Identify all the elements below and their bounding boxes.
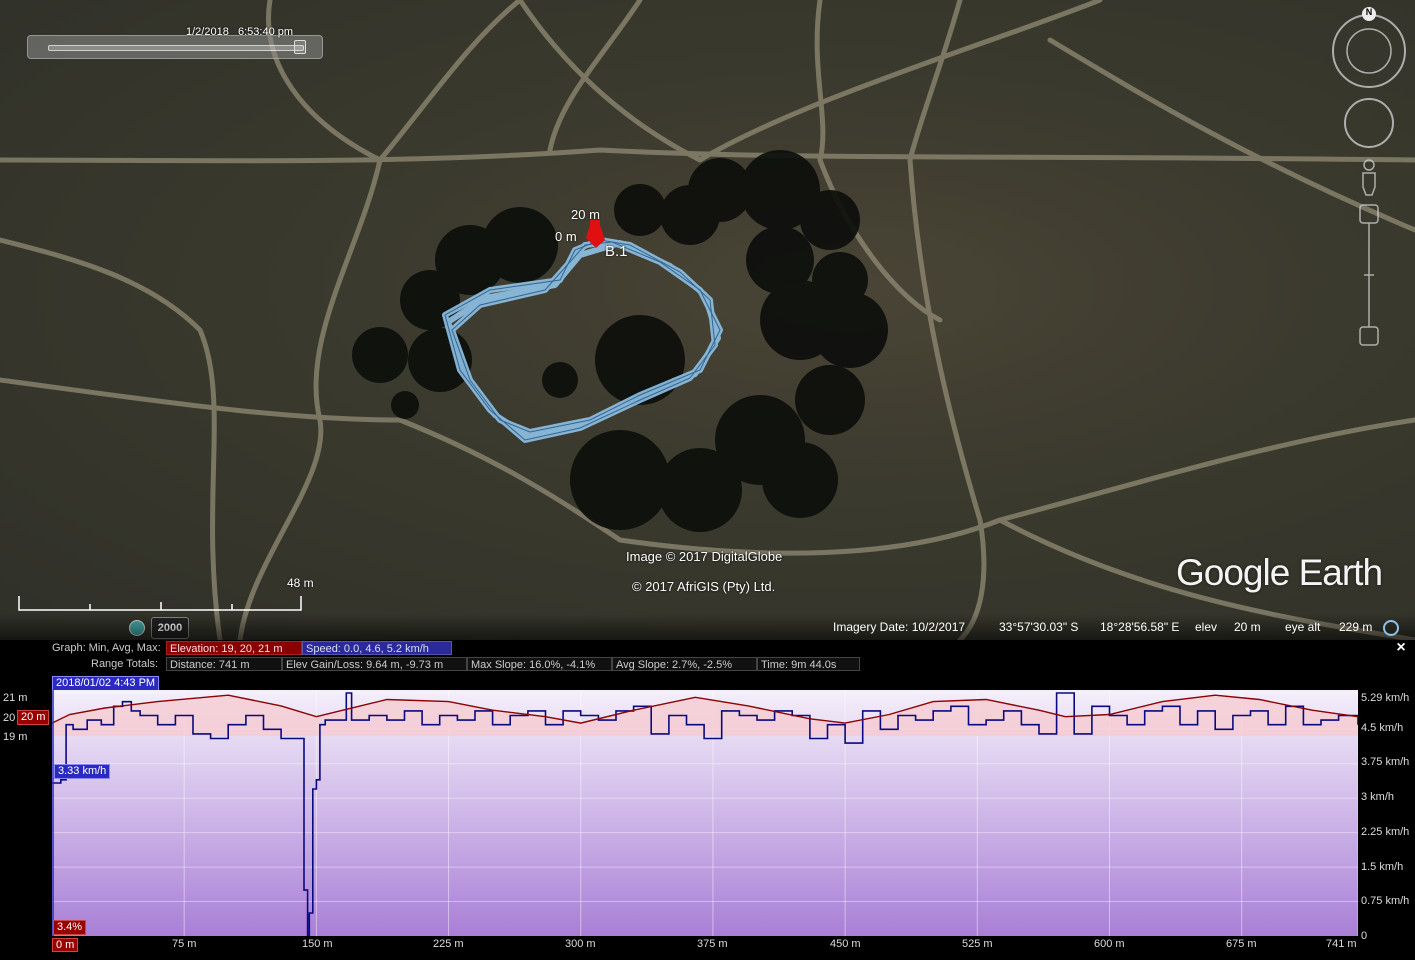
graph-stats-label: Graph: Min, Avg, Max: — [52, 642, 161, 654]
eye-alt-value: 229 m — [1339, 620, 1373, 634]
x-axis-tick: 600 m — [1094, 938, 1125, 950]
longitude-readout: 18°28'56.58" E — [1100, 620, 1180, 634]
x-axis-start-tag: 0 m — [52, 938, 79, 952]
x-axis-tick: 675 m — [1226, 938, 1257, 950]
elev-value: 20 m — [1234, 620, 1261, 634]
navigation-controls[interactable]: N — [1330, 5, 1408, 355]
track-start-label: 0 m — [555, 229, 577, 244]
right-axis-tick: 0.75 km/h — [1361, 895, 1410, 907]
time-slider-track[interactable] — [48, 45, 304, 51]
elevation-stat[interactable]: Elevation: 19, 20, 21 m — [166, 641, 302, 655]
latitude-readout: 33°57'30.03" S — [999, 620, 1079, 634]
right-axis-tick: 2.25 km/h — [1361, 826, 1410, 838]
map-view[interactable]: 1/2/2018 6:53:40 pm 0 m 20 m B.1 Image ©… — [0, 0, 1415, 640]
speed-stat[interactable]: Speed: 0.0, 4.6, 5.2 km/h — [302, 641, 452, 655]
x-axis-tick: 75 m — [172, 938, 197, 950]
scale-bar: 48 m — [18, 576, 314, 612]
elevation-cursor-tag: 20 m — [17, 710, 50, 725]
right-axis-tick: 3.75 km/h — [1361, 756, 1410, 768]
x-axis-tick: 150 m — [302, 938, 333, 950]
x-axis-tick: 525 m — [962, 938, 993, 950]
right-axis-tick: 1.5 km/h — [1361, 861, 1404, 873]
street-view-pegman-icon[interactable] — [1362, 159, 1376, 196]
streaming-progress-icon — [1383, 620, 1399, 636]
left-axis-tick: 21 m — [3, 692, 28, 704]
x-axis-tick: 300 m — [565, 938, 596, 950]
distance-total: Distance: 741 m — [166, 657, 282, 671]
slope-cursor-tag: 3.4% — [53, 920, 87, 935]
satellite-imagery — [0, 0, 1415, 640]
imagery-date: Imagery Date: 10/2/2017 — [833, 620, 966, 634]
data-credit: © 2017 AfriGIS (Pty) Ltd. — [632, 579, 776, 594]
google-earth-logo: Google Earth — [1176, 552, 1383, 593]
time-slider[interactable] — [27, 35, 323, 59]
scale-label: 48 m — [287, 576, 314, 590]
elevation-speed-chart[interactable] — [52, 690, 1358, 936]
right-axis-tick: 4.5 km/h — [1361, 722, 1404, 734]
x-axis-tick: 450 m — [830, 938, 861, 950]
x-axis-tick: 225 m — [433, 938, 464, 950]
x-axis-tick: 741 m — [1326, 938, 1357, 950]
compass-north-label: N — [1365, 7, 1373, 17]
date-cursor-tag: 2018/01/02 4:43 PM — [52, 676, 160, 691]
elev-label: elev — [1195, 620, 1218, 634]
image-credit: Image © 2017 DigitalGlobe — [626, 549, 783, 564]
right-axis-tick: 3 km/h — [1361, 791, 1395, 803]
right-axis-tick: 5.29 km/h — [1361, 692, 1410, 704]
track-elevation-label: 20 m — [571, 207, 600, 222]
placemark-label[interactable]: B.1 — [605, 243, 628, 260]
look-joystick[interactable] — [1344, 98, 1394, 148]
compass-ring[interactable] — [1332, 7, 1406, 88]
speed-cursor-tag: 3.33 km/h — [54, 764, 111, 779]
elev-gain-loss: Elev Gain/Loss: 9.64 m, -9.73 m — [282, 657, 467, 671]
time-slider-label: 1/2/2018 6:53:40 pm — [186, 26, 294, 38]
left-axis-tick: 19 m — [3, 731, 28, 743]
zoom-slider[interactable] — [1359, 204, 1379, 346]
time-total: Time: 9m 44.0s — [757, 657, 860, 671]
avg-slope: Avg Slope: 2.7%, -2.5% — [612, 657, 757, 671]
x-axis-tick: 375 m — [697, 938, 728, 950]
range-totals-label: Range Totals: — [91, 658, 159, 670]
eye-alt-label: eye alt — [1285, 620, 1321, 634]
max-slope: Max Slope: 16.0%, -4.1% — [467, 657, 612, 671]
right-axis-tick: 0 — [1361, 930, 1368, 942]
time-slider-thumb[interactable] — [294, 40, 306, 54]
close-graph-button[interactable]: × — [1394, 640, 1408, 656]
